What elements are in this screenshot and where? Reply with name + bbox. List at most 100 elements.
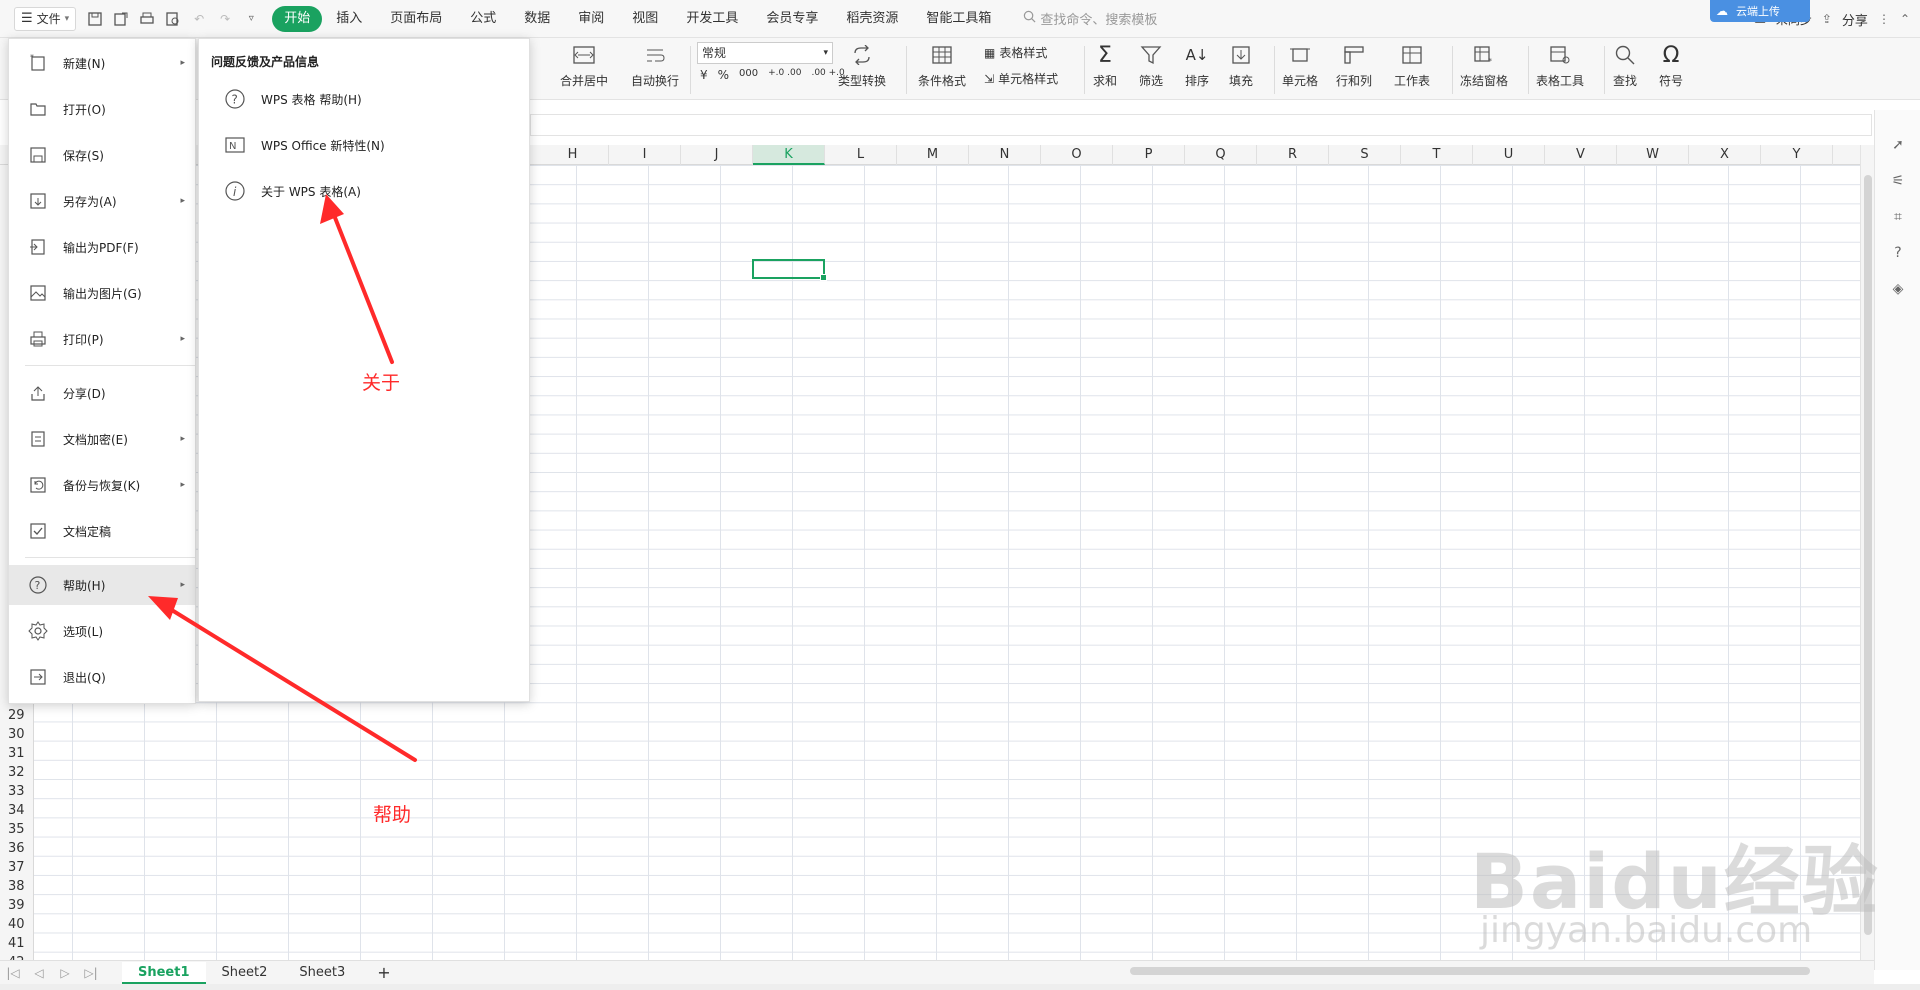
save-icon[interactable] xyxy=(86,10,104,28)
table-tools-button[interactable]: 表格工具 xyxy=(1536,38,1584,89)
file-menu-new[interactable]: * 新建(N) ▸ xyxy=(9,43,195,83)
symbol-button[interactable]: Ω 符号 xyxy=(1658,38,1684,89)
formula-input[interactable] xyxy=(530,114,1872,136)
column-header-u[interactable]: U xyxy=(1473,145,1545,165)
share-button[interactable]: 分享 xyxy=(1842,10,1868,29)
column-header-i[interactable]: I xyxy=(609,145,681,165)
conditional-format-button[interactable]: 条件格式 xyxy=(918,38,966,89)
cloud-upload-badge[interactable]: ☁ 云端上传 xyxy=(1710,0,1810,22)
column-header-y[interactable]: Y xyxy=(1761,145,1833,165)
file-menu-backup[interactable]: 备份与恢复(K) ▸ xyxy=(9,465,195,505)
column-header-s[interactable]: S xyxy=(1329,145,1401,165)
worksheet-button[interactable]: 工作表 xyxy=(1394,38,1430,89)
tab-smart-tools[interactable]: 智能工具箱 xyxy=(912,6,1005,32)
row-number[interactable]: 40 xyxy=(0,915,33,934)
column-header-m[interactable]: M xyxy=(897,145,969,165)
freeze-panes-button[interactable]: * 冻结窗格 xyxy=(1460,38,1508,89)
column-header-q[interactable]: Q xyxy=(1185,145,1257,165)
crop-icon[interactable]: ⌗ xyxy=(1889,208,1907,226)
row-number[interactable]: 34 xyxy=(0,801,33,820)
tab-member[interactable]: 会员专享 xyxy=(752,6,832,32)
print-icon[interactable] xyxy=(138,10,156,28)
file-menu-help[interactable]: ? 帮助(H) ▸ xyxy=(9,565,195,605)
horizontal-scrollbar[interactable] xyxy=(1110,965,1850,977)
column-header-x[interactable]: X xyxy=(1689,145,1761,165)
cursor-select-icon[interactable]: ➚ xyxy=(1889,136,1907,154)
file-menu-finalize[interactable]: 文档定稿 xyxy=(9,511,195,551)
row-number[interactable]: 30 xyxy=(0,725,33,744)
file-menu-encrypt[interactable]: 文档加密(E) ▸ xyxy=(9,419,195,459)
column-header-o[interactable]: O xyxy=(1041,145,1113,165)
file-menu-button[interactable]: ☰ 文件 ▾ xyxy=(14,6,77,31)
row-number[interactable]: 38 xyxy=(0,877,33,896)
tab-home[interactable]: 开始 xyxy=(272,5,323,32)
share-icon[interactable]: ⇪ xyxy=(1822,12,1832,26)
fill-button[interactable]: 填充 xyxy=(1228,38,1254,89)
row-number[interactable]: 29 xyxy=(0,706,33,725)
wrap-text-button[interactable]: 自动换行 xyxy=(631,38,679,89)
currency-button[interactable]: ¥ xyxy=(700,68,708,82)
file-menu-print[interactable]: 打印(P) ▸ xyxy=(9,319,195,359)
row-number[interactable]: 35 xyxy=(0,820,33,839)
file-menu-save-as[interactable]: 另存为(A) ▸ xyxy=(9,181,195,221)
last-sheet-icon[interactable]: ▷| xyxy=(78,966,104,980)
print-preview-icon[interactable] xyxy=(164,10,182,28)
help-item-new-features[interactable]: N WPS Office 新特性(N) xyxy=(199,123,529,167)
row-number[interactable]: 37 xyxy=(0,858,33,877)
sort-button[interactable]: A↓ 排序 xyxy=(1184,38,1210,89)
filter-button[interactable]: 筛选 xyxy=(1138,38,1164,89)
sheet-tab-1[interactable]: Sheet1 xyxy=(122,961,206,984)
cell-button[interactable]: 单元格 xyxy=(1282,38,1318,89)
sheet-tab-2[interactable]: Sheet2 xyxy=(206,962,284,984)
tab-insert[interactable]: 插入 xyxy=(322,6,376,32)
tab-view[interactable]: 视图 xyxy=(618,6,672,32)
file-menu-exit[interactable]: 退出(Q) xyxy=(9,657,195,697)
sliders-icon[interactable]: ⚟ xyxy=(1889,172,1907,190)
tab-data[interactable]: 数据 xyxy=(510,6,564,32)
add-sheet-icon[interactable]: + xyxy=(361,962,406,984)
column-header-k[interactable]: K xyxy=(753,145,825,165)
file-menu-share[interactable]: 分享(D) xyxy=(9,373,195,413)
qat-dropdown-icon[interactable]: ▿ xyxy=(242,10,260,28)
table-style-button[interactable]: ▦ 表格样式 xyxy=(984,44,1047,61)
column-header-p[interactable]: P xyxy=(1113,145,1185,165)
active-cell-k6[interactable] xyxy=(752,259,827,281)
collapse-ribbon-icon[interactable]: ⌃ xyxy=(1900,12,1910,26)
thousands-button[interactable]: 000 xyxy=(739,68,758,82)
file-menu-save[interactable]: 保存(S) xyxy=(9,135,195,175)
column-header-r[interactable]: R xyxy=(1257,145,1329,165)
tab-formulas[interactable]: 公式 xyxy=(456,6,510,32)
row-number[interactable]: 39 xyxy=(0,896,33,915)
tab-review[interactable]: 审阅 xyxy=(564,6,618,32)
type-convert-button[interactable]: 类型转换 xyxy=(838,38,886,89)
column-header-n[interactable]: N xyxy=(969,145,1041,165)
sum-button[interactable]: Σ 求和 xyxy=(1092,38,1118,89)
sheet-tab-3[interactable]: Sheet3 xyxy=(283,962,361,984)
row-number[interactable]: 32 xyxy=(0,763,33,782)
file-menu-open[interactable]: 打开(O) xyxy=(9,89,195,129)
merge-center-button[interactable]: 合并居中 xyxy=(560,38,608,89)
row-number[interactable]: 33 xyxy=(0,782,33,801)
column-header-w[interactable]: W xyxy=(1617,145,1689,165)
row-col-button[interactable]: 行和列 xyxy=(1336,38,1372,89)
tab-docer[interactable]: 稻壳资源 xyxy=(832,6,912,32)
undo-icon[interactable]: ↶ xyxy=(190,10,208,28)
compass-icon[interactable]: ◈ xyxy=(1889,280,1907,298)
column-header-t[interactable]: T xyxy=(1401,145,1473,165)
row-number[interactable]: 41 xyxy=(0,934,33,953)
tab-developer[interactable]: 开发工具 xyxy=(672,6,752,32)
column-header-v[interactable]: V xyxy=(1545,145,1617,165)
export-icon[interactable] xyxy=(112,10,130,28)
percent-button[interactable]: % xyxy=(718,68,729,82)
help-item-wps-help[interactable]: ? WPS 表格 帮助(H) xyxy=(199,77,529,121)
help-circle-icon[interactable]: ? xyxy=(1889,244,1907,262)
first-sheet-icon[interactable]: |◁ xyxy=(0,966,26,980)
redo-icon[interactable]: ↷ xyxy=(216,10,234,28)
tab-page-layout[interactable]: 页面布局 xyxy=(376,6,456,32)
row-number[interactable]: 31 xyxy=(0,744,33,763)
file-menu-export-pdf[interactable]: 输出为PDF(F) xyxy=(9,227,195,267)
cell-style-button[interactable]: ⇲ 单元格样式 xyxy=(984,70,1058,87)
increase-decimal-button[interactable]: +.0 .00 xyxy=(768,68,801,82)
more-options-icon[interactable]: ⋮ xyxy=(1878,12,1890,26)
prev-sheet-icon[interactable]: ◁ xyxy=(26,966,52,980)
